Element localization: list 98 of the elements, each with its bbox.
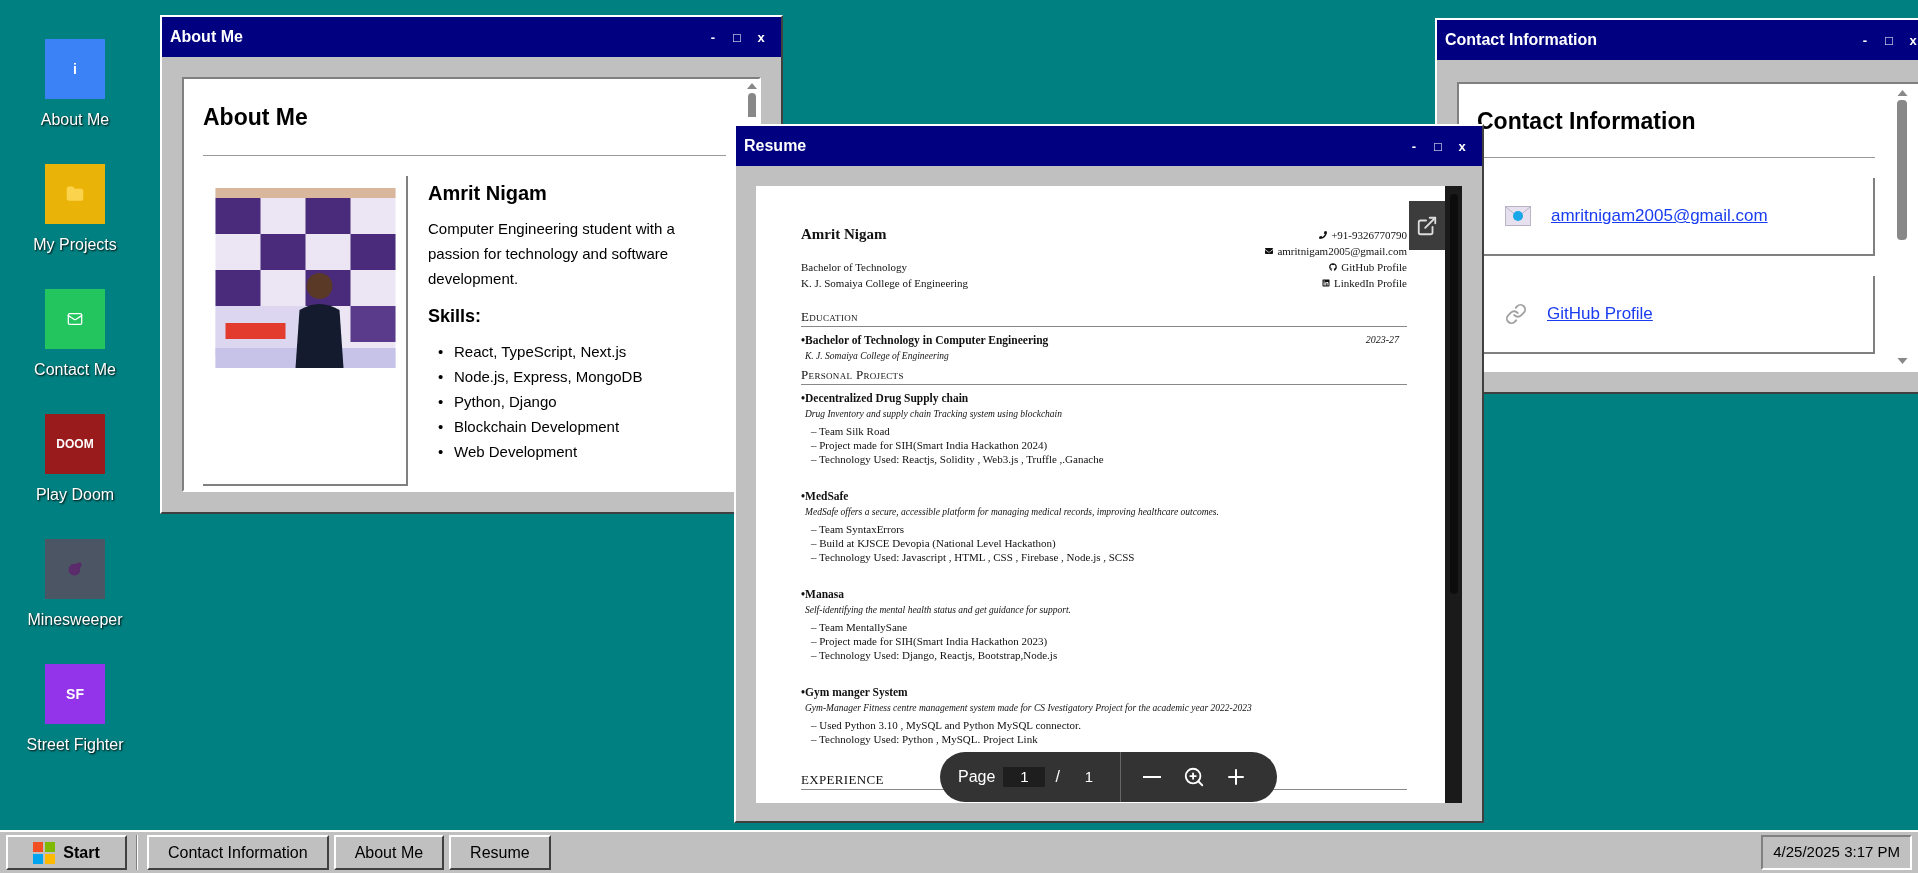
start-button[interactable]: Start bbox=[6, 835, 127, 870]
desktop-icon-label: My Projects bbox=[32, 235, 118, 255]
entry-title: •Decentralized Drug Supply chain bbox=[801, 391, 969, 406]
close-button[interactable]: x bbox=[1901, 33, 1918, 47]
minimize-button[interactable]: - bbox=[1853, 33, 1877, 47]
maximize-button[interactable]: □ bbox=[725, 30, 749, 44]
entry-subtitle: K. J. Somaiya College of Engineering bbox=[804, 350, 950, 363]
entry-bullet: – Team MentallySane bbox=[811, 620, 909, 634]
entry-bullet: – Build at KJSCE Devopia (National Level Hackathon) bbox=[811, 536, 1057, 550]
resume-college: K. J. Somaiya College of Engineering bbox=[801, 276, 969, 291]
close-button[interactable]: x bbox=[1450, 139, 1474, 153]
clock: 4/25/2025 3:17 PM bbox=[1761, 835, 1912, 870]
minus-icon bbox=[1143, 776, 1162, 778]
window-title: About Me bbox=[170, 27, 244, 47]
icon-glyph: SF bbox=[66, 684, 84, 704]
resume-contact: amritnigam2005@gmail.com bbox=[1277, 244, 1407, 259]
entry-title: •Bachelor of Technology in Computer Engineering bbox=[801, 333, 1049, 348]
desktop-icon-label: Contact Me bbox=[33, 360, 117, 380]
resume-contact: GitHub Profile bbox=[1341, 260, 1407, 275]
entry-subtitle: Gym-Manager Fitness centre management system made for CS Ivestigatory Project for the academic year 2022-2023 bbox=[804, 702, 1253, 715]
desktop-icon[interactable]: i bbox=[45, 39, 105, 99]
external-link-icon bbox=[1416, 214, 1438, 237]
entry-subtitle: MedSafe offers a secure, accessible platform for managing medical records, improving healthcare outcomes. bbox=[804, 506, 1220, 519]
desktop-icon-label: About Me bbox=[39, 110, 111, 130]
envelope-icon bbox=[1505, 206, 1531, 226]
entry-title: •Manasa bbox=[801, 587, 844, 602]
maximize-button[interactable]: □ bbox=[1426, 139, 1450, 153]
resume-contact: LinkedIn Profile bbox=[1334, 276, 1407, 291]
resume-degree: Bachelor of Technology bbox=[801, 260, 908, 275]
entry-date: 2023-27 bbox=[1365, 333, 1399, 347]
entry-bullet: – Technology Used: Django, Reactjs, Bootstrap,Node.js bbox=[811, 648, 1059, 662]
contact-link[interactable]: amritnigam2005@gmail.com bbox=[1551, 203, 1768, 229]
taskbar-item[interactable]: About Me bbox=[333, 835, 445, 870]
desktop-icon[interactable]: SF bbox=[45, 664, 105, 724]
scroll-up-icon[interactable] bbox=[747, 83, 757, 89]
bio-text: Computer Engineering student with a passion for technology and software development. bbox=[428, 219, 676, 289]
entry-bullet: – Team Silk Road bbox=[811, 424, 891, 438]
skill-item: Node.js, Express, MongoDB bbox=[454, 367, 643, 387]
mail-icon bbox=[67, 311, 83, 327]
icon-glyph: i bbox=[73, 59, 77, 79]
close-button[interactable]: x bbox=[749, 30, 773, 44]
entry-bullet: – Project made for SIH(Smart India Hackathon 2024) bbox=[811, 438, 1049, 452]
github-icon bbox=[1329, 263, 1338, 271]
entry-bullet: – Used Python 3.10 , MySQL and Python MySQL connector. bbox=[811, 718, 1082, 732]
scroll-up-icon[interactable] bbox=[1896, 90, 1908, 96]
resume-name: Amrit Nigam bbox=[801, 225, 888, 244]
bullet-marker: • bbox=[438, 442, 445, 462]
taskbar-item[interactable]: Resume bbox=[449, 835, 551, 870]
bullet-marker: • bbox=[438, 392, 445, 412]
entry-bullet: – Team SyntaxErrors bbox=[811, 522, 906, 536]
scrollbar[interactable] bbox=[1445, 186, 1462, 803]
folder-icon bbox=[66, 185, 84, 203]
entry-subtitle: Self-identifying the mental health status and get guidance for support. bbox=[804, 604, 1072, 617]
profile-name: Amrit Nigam bbox=[428, 181, 548, 206]
page-input[interactable]: 1 bbox=[1003, 767, 1046, 787]
desktop-icon-label: Street Fighter bbox=[25, 735, 125, 755]
resume-contact: +91-9326770790 bbox=[1331, 228, 1407, 243]
window-title: Resume bbox=[744, 136, 808, 156]
contact-link[interactable]: GitHub Profile bbox=[1547, 301, 1653, 327]
bullet-marker: • bbox=[438, 417, 445, 437]
entry-bullet: – Technology Used: Javascript , HTML , CSS , Firebase , Node.js , SCSS bbox=[811, 550, 1136, 564]
entry-title: •MedSafe bbox=[801, 489, 849, 504]
bomb-icon bbox=[68, 562, 82, 576]
desktop-icon[interactable]: DOOM bbox=[45, 414, 105, 474]
skill-item: React, TypeScript, Next.js bbox=[454, 342, 627, 362]
desktop-icon-label: Minesweeper bbox=[26, 610, 124, 630]
desktop-icon-label: Play Doom bbox=[34, 485, 116, 505]
zoom-in-icon bbox=[1183, 766, 1206, 788]
minimize-button[interactable]: - bbox=[1402, 139, 1426, 153]
bullet-marker: • bbox=[438, 367, 445, 387]
windows-logo-icon bbox=[33, 841, 56, 864]
scroll-thumb[interactable] bbox=[1897, 100, 1907, 240]
icon-glyph: DOOM bbox=[56, 436, 94, 453]
skill-item: Python, Django bbox=[454, 392, 557, 412]
scroll-thumb[interactable] bbox=[748, 93, 756, 117]
maximize-button[interactable]: □ bbox=[1877, 33, 1901, 47]
skill-item: Blockchain Development bbox=[454, 417, 620, 437]
section-heading: About Me bbox=[203, 103, 309, 132]
linkedin-icon bbox=[1322, 279, 1330, 287]
entry-title: •Gym manger System bbox=[801, 685, 908, 700]
entry-bullet: – Technology Used: Python , MySQL. Project Link bbox=[811, 732, 1039, 746]
open-external-button[interactable] bbox=[1409, 201, 1445, 250]
minimize-button[interactable]: - bbox=[701, 30, 725, 44]
section-heading: Contact Information bbox=[1477, 107, 1697, 136]
entry-bullet: – Project made for SIH(Smart India Hackathon 2023) bbox=[811, 634, 1049, 648]
resume-section-heading: Education bbox=[801, 308, 1407, 327]
window-title: Contact Information bbox=[1445, 30, 1598, 50]
phone-icon bbox=[1319, 231, 1328, 239]
skills-heading: Skills: bbox=[428, 305, 483, 328]
entry-subtitle: Drug Inventory and supply chain Tracking system using blockchain bbox=[804, 408, 1063, 421]
entry-bullet: – Technology Used: Reactjs, Solidity , Web3.js , Truffle ,.Ganache bbox=[811, 452, 1105, 466]
bullet-marker: • bbox=[438, 342, 445, 362]
scroll-down-icon[interactable] bbox=[1896, 358, 1908, 364]
link-icon bbox=[1505, 303, 1527, 325]
envelope-icon bbox=[1265, 247, 1274, 255]
taskbar-item[interactable]: Contact Information bbox=[147, 835, 329, 870]
skill-item: Web Development bbox=[454, 442, 578, 462]
resume-section-heading: Personal Projects bbox=[801, 366, 1407, 385]
